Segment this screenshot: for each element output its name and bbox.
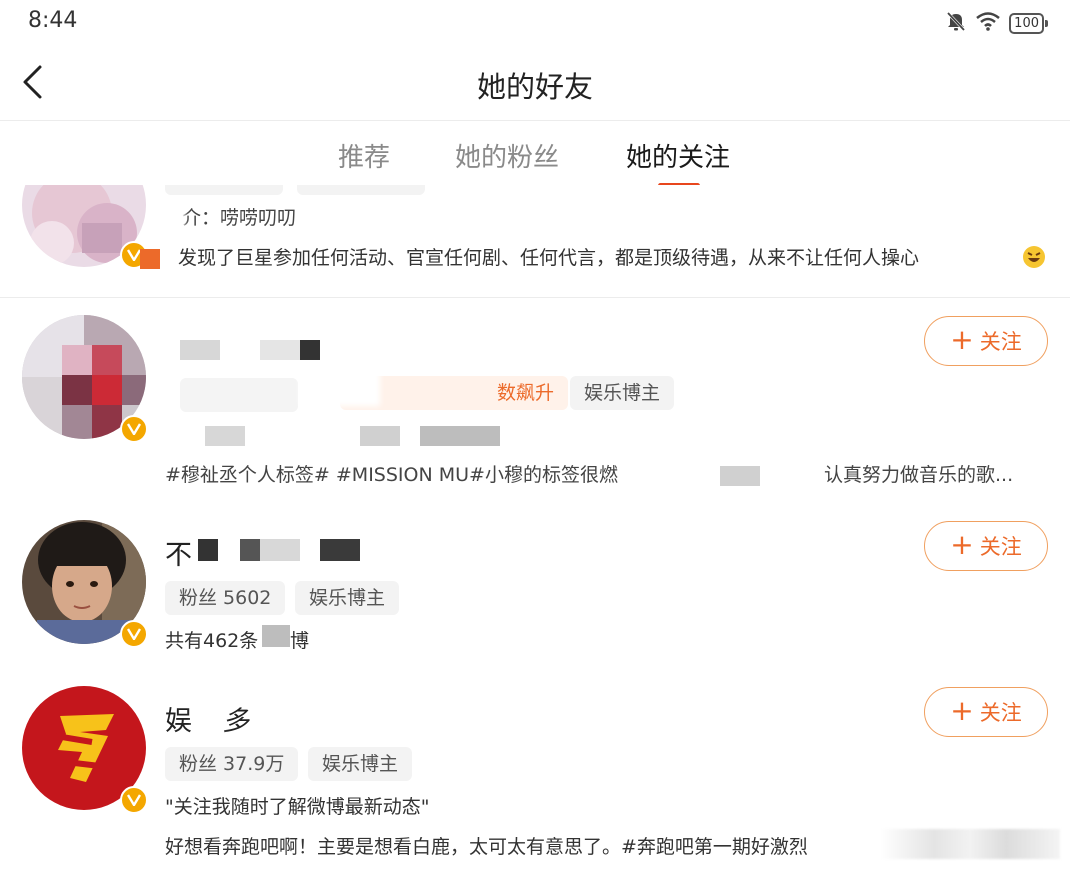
mosaic-block <box>262 625 290 647</box>
user-row[interactable]: 数飙升 娱乐博主 #穆祉丞个人标签# #MISSION MU#小穆的标签很燃 认… <box>0 298 1070 504</box>
user-tag <box>180 378 298 412</box>
battery-icon: 100 <box>1009 12 1048 34</box>
weibo-count: 共有462条 <box>165 630 259 652</box>
user-tag <box>297 185 425 195</box>
mosaic-block <box>260 340 300 360</box>
verified-badge-icon <box>120 415 148 443</box>
mute-bell-icon <box>945 10 967 36</box>
mosaic-block <box>140 249 160 269</box>
follow-label: 关注 <box>979 330 1022 354</box>
user-intro: "关注我随时了解微博最新动态" <box>165 796 430 818</box>
user-latest-post: 好想看奔跑吧啊！主要是想看白鹿，太可太有意思了。#奔跑吧第一期好激烈 <box>165 836 808 858</box>
tab-her-fans[interactable]: 她的粉丝 <box>455 137 559 174</box>
tab-bar: 推荐 她的粉丝 她的关注 <box>0 121 1070 191</box>
redaction-smear <box>193 701 223 731</box>
laughing-emoji-icon <box>1022 245 1046 273</box>
user-row[interactable]: 不 粉丝 5602 娱乐博主 共有462条 博 + 关注 <box>0 503 1070 670</box>
mosaic-block <box>320 539 360 561</box>
user-row[interactable]: 介：唠唠叨叨 发现了巨星参加任何活动、官宣任何剧、任何代言，都是顶级待遇，从来不… <box>0 185 1070 298</box>
mosaic-block <box>180 340 220 360</box>
plus-icon: + <box>950 693 974 727</box>
follow-label: 关注 <box>979 535 1022 559</box>
status-bar: 8:44 100 <box>0 0 1070 44</box>
follow-button[interactable]: + 关注 <box>924 316 1048 366</box>
tab-recommend[interactable]: 推荐 <box>338 137 390 174</box>
verified-badge-icon <box>120 620 148 648</box>
redaction-smear <box>300 366 380 406</box>
wifi-icon <box>975 11 1001 35</box>
nav-bar: 她的好友 <box>0 44 1070 121</box>
fans-count-tag: 粉丝 37.9万 <box>165 747 299 781</box>
user-name-tail: 多 <box>222 706 249 737</box>
redaction-smear <box>880 829 1060 859</box>
mosaic-block <box>240 539 260 561</box>
user-tag: 娱乐博主 <box>308 747 413 781</box>
status-time: 8:44 <box>28 8 78 33</box>
user-name[interactable]: 不 <box>165 533 192 572</box>
weibo-count-tail: 博 <box>290 630 310 652</box>
follow-button[interactable]: + 关注 <box>924 521 1048 571</box>
fans-count-tag: 粉丝 5602 <box>165 581 286 615</box>
following-list: 介：唠唠叨叨 发现了巨星参加任何活动、官宣任何剧、任何代言，都是顶级待遇，从来不… <box>0 185 1070 876</box>
mosaic-block <box>300 340 320 360</box>
redaction-smear <box>165 201 185 227</box>
user-tag <box>165 185 283 195</box>
mosaic-block <box>260 539 300 561</box>
mosaic-block <box>205 426 245 446</box>
user-row[interactable]: 娱 多 粉丝 37.9万 娱乐博主 "关注我随时了解微博最新动态" 好想看奔跑吧… <box>0 669 1070 876</box>
follow-label: 关注 <box>979 701 1022 725</box>
mosaic-block <box>198 539 218 561</box>
tab-her-following[interactable]: 她的关注 <box>626 137 730 174</box>
user-tag: 娱乐博主 <box>295 581 400 615</box>
mosaic-block <box>360 426 400 446</box>
user-latest-post-tail: 认真努力做音乐的歌... <box>824 464 1014 486</box>
mosaic-block <box>420 426 500 446</box>
verified-badge-icon <box>120 786 148 814</box>
user-latest-post: 发现了巨星参加任何活动、官宣任何剧、任何代言，都是顶级待遇，从来不让任何人操心 <box>178 247 920 269</box>
user-name[interactable]: 娱 <box>165 699 192 738</box>
user-intro: 介：唠唠叨叨 <box>182 207 297 229</box>
plus-icon: + <box>950 527 974 561</box>
status-icons: 100 <box>945 10 1048 36</box>
mosaic-block <box>720 466 760 486</box>
user-latest-post: #穆祉丞个人标签# #MISSION MU#小穆的标签很燃 <box>165 464 618 486</box>
follow-button[interactable]: + 关注 <box>924 687 1048 737</box>
page-title: 她的好友 <box>476 70 593 104</box>
plus-icon: + <box>950 322 974 356</box>
user-tag: 娱乐博主 <box>570 376 675 410</box>
